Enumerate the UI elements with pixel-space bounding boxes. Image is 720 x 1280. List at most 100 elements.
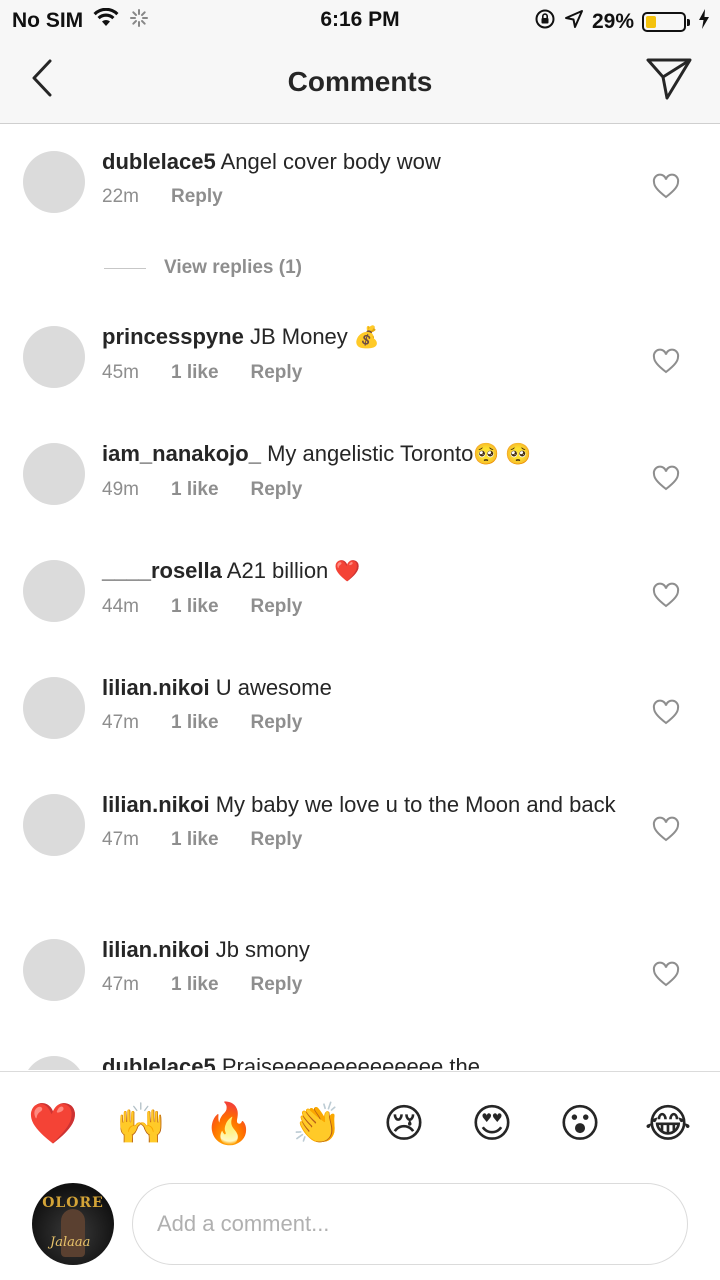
like-count[interactable]: 1 like — [171, 974, 219, 996]
comment-meta: 45m 1 like Reply — [102, 362, 632, 384]
heart-icon[interactable] — [652, 465, 680, 493]
chevron-left-icon — [32, 59, 52, 97]
comment-message: My angelistic Toronto — [267, 441, 474, 466]
comment-meta: 44m 1 like Reply — [102, 596, 632, 618]
divider — [104, 267, 146, 269]
share-button[interactable] — [644, 56, 694, 102]
comment-meta: 47m 1 like Reply — [102, 829, 632, 851]
comment-text: princesspyne JB Money 💰 — [102, 323, 632, 352]
heart-icon[interactable] — [652, 173, 680, 201]
comment-username[interactable]: dublelace5 — [102, 1054, 216, 1070]
emoji-heart-button[interactable]: ❤️ — [28, 1100, 78, 1148]
comment-body: ____rosella A21 billion ❤️ 44m 1 like Re… — [102, 557, 632, 618]
comment-message: My baby we love u to the Moon and back — [215, 792, 616, 817]
heart-icon[interactable] — [652, 699, 680, 727]
comment-text: lilian.nikoi Jb smony — [102, 936, 632, 964]
emoji-clapping-button[interactable]: 👏 — [292, 1100, 342, 1148]
view-replies-label: View replies (1) — [164, 257, 302, 278]
comment-text: lilian.nikoi My baby we love u to the Mo… — [102, 791, 632, 819]
battery-percent: 29% — [591, 10, 634, 33]
comment-text: dublelace5 Praiseeeeeeeeeeeeee the — [102, 1053, 632, 1070]
red-heart-emoji: ❤️ — [334, 560, 361, 584]
reply-button[interactable]: Reply — [251, 974, 303, 996]
emoji-surprised-button[interactable]: 😮 — [556, 1100, 604, 1148]
emoji-raised-hands-button[interactable]: 🙌 — [116, 1100, 166, 1148]
comment-message: A21 billion — [226, 558, 335, 583]
comment-body: iam_nanakojo_ My angelistic Toronto🥺 🥺 4… — [102, 440, 632, 501]
battery-level — [646, 16, 657, 28]
comment-meta: 47m 1 like Reply — [102, 712, 632, 734]
comments-list[interactable]: dublelace5 Angel cover body wow 22m Repl… — [0, 125, 720, 1070]
comment-username[interactable]: lilian.nikoi — [102, 792, 210, 817]
reply-button[interactable]: Reply — [251, 362, 303, 384]
avatar[interactable] — [23, 794, 85, 856]
reply-button[interactable]: Reply — [251, 479, 303, 501]
heart-icon[interactable] — [652, 816, 680, 844]
heart-icon[interactable] — [652, 961, 680, 989]
comment-body: lilian.nikoi U awesome 47m 1 like Reply — [102, 674, 632, 734]
comment-text: ____rosella A21 billion ❤️ — [102, 557, 632, 586]
comment-time: 47m — [102, 829, 139, 850]
heart-icon[interactable] — [652, 348, 680, 376]
comment-username[interactable]: lilian.nikoi — [102, 937, 210, 962]
reply-button[interactable]: Reply — [171, 186, 223, 208]
comment-time: 22m — [102, 186, 139, 207]
comment-input[interactable] — [132, 1183, 688, 1265]
status-bar: No SIM 6:16 PM 29% — [0, 0, 720, 40]
comment-time: 47m — [102, 974, 139, 995]
like-count[interactable]: 1 like — [171, 712, 219, 734]
comment-message: Jb smony — [215, 937, 310, 962]
comment-text: lilian.nikoi U awesome — [102, 674, 632, 702]
comment-username[interactable]: lilian.nikoi — [102, 675, 210, 700]
like-count[interactable]: 1 like — [171, 479, 219, 501]
like-count[interactable]: 1 like — [171, 596, 219, 618]
avatar[interactable] — [23, 443, 85, 505]
heart-icon[interactable] — [652, 582, 680, 610]
location-arrow-icon — [564, 9, 584, 35]
view-replies-button[interactable]: View replies (1) — [104, 257, 302, 279]
comment-message: JB Money — [249, 324, 354, 349]
avatar[interactable] — [23, 151, 85, 213]
comment-username[interactable]: ____rosella — [102, 558, 222, 583]
page-title: Comments — [287, 66, 433, 97]
comment-message: Angel cover body wow — [220, 149, 441, 174]
comment-username[interactable]: dublelace5 — [102, 149, 216, 174]
comment-composer: OLORE Jalaaa — [0, 1175, 720, 1280]
comment-body: dublelace5 Praiseeeeeeeeeeeeee the — [102, 1053, 632, 1070]
back-button[interactable] — [22, 58, 62, 98]
paper-plane-icon — [646, 58, 692, 100]
comment-meta: 22m Reply — [102, 186, 632, 208]
reply-button[interactable]: Reply — [251, 829, 303, 851]
comment-text: dublelace5 Angel cover body wow — [102, 148, 632, 176]
comment-username[interactable]: princesspyne — [102, 324, 244, 349]
charging-bolt-icon — [698, 9, 710, 35]
emoji-fire-button[interactable]: 🔥 — [204, 1100, 254, 1148]
status-right: 29% — [534, 8, 710, 36]
orientation-lock-icon — [534, 8, 556, 36]
emoji-crying-button[interactable]: 😢 — [380, 1100, 428, 1148]
comment-time: 44m — [102, 596, 139, 618]
like-count[interactable]: 1 like — [171, 362, 219, 384]
comment-body: lilian.nikoi My baby we love u to the Mo… — [102, 791, 632, 851]
comment-time: 49m — [102, 479, 139, 501]
comment-username[interactable]: iam_nanakojo_ — [102, 441, 261, 466]
like-count[interactable]: 1 like — [171, 829, 219, 851]
comment-body: princesspyne JB Money 💰 45m 1 like Reply — [102, 323, 632, 384]
emoji-heart-eyes-button[interactable]: 😍 — [468, 1100, 516, 1148]
comment-time: 45m — [102, 362, 139, 384]
avatar[interactable] — [23, 326, 85, 388]
avatar[interactable] — [23, 560, 85, 622]
avatar[interactable] — [23, 1056, 85, 1070]
battery-icon — [642, 12, 690, 32]
navigation-header: Comments — [0, 40, 720, 124]
avatar-script-text: Jalaaa — [50, 1235, 91, 1250]
avatar[interactable]: OLORE Jalaaa — [32, 1183, 114, 1265]
avatar[interactable] — [23, 677, 85, 739]
reply-button[interactable]: Reply — [251, 596, 303, 618]
emoji-laughing-button[interactable]: 😂 — [644, 1100, 692, 1148]
emoji-reaction-bar: ❤️ 🙌 🔥 👏 😢 😍 😮 😂 — [0, 1071, 720, 1175]
avatar[interactable] — [23, 939, 85, 1001]
reply-button[interactable]: Reply — [251, 712, 303, 734]
comment-message: U awesome — [215, 675, 332, 700]
comment-time: 47m — [102, 712, 139, 733]
